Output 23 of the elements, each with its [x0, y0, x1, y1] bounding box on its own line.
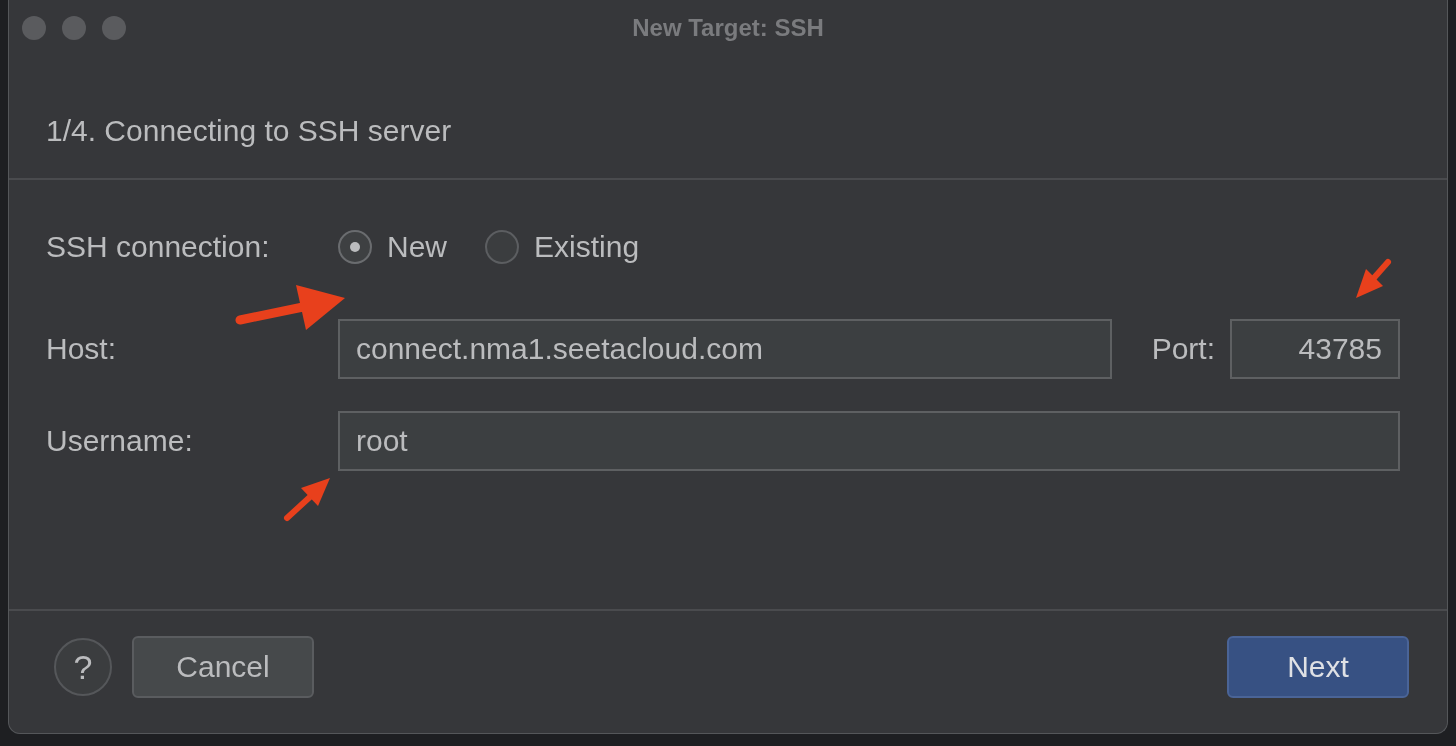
radio-option[interactable]: Existing: [485, 230, 640, 264]
radio-button-icon[interactable]: [485, 230, 519, 264]
field-label: Username:: [46, 424, 194, 458]
port-input-field[interactable]: 43785: [1230, 319, 1400, 379]
field-label: Port:: [1151, 332, 1215, 366]
help-button[interactable]: ?: [54, 638, 112, 696]
annotation-arrow: [284, 478, 330, 521]
username-input-field[interactable]: root: [338, 411, 1400, 471]
next-button[interactable]: Next: [1227, 636, 1409, 698]
host-input-field[interactable]: connect.nma1.seetacloud.com: [338, 319, 1112, 379]
radio-option[interactable]: New: [338, 230, 447, 264]
radio-button-icon[interactable]: [338, 230, 372, 264]
window-title: New Target: SSH: [632, 14, 824, 42]
radio-label[interactable]: New: [387, 230, 447, 264]
close-window-button[interactable]: [22, 16, 46, 40]
radio-label[interactable]: Existing: [534, 230, 640, 264]
field-label: Host:: [46, 332, 118, 366]
field-label: SSH connection:: [46, 230, 271, 264]
cancel-button[interactable]: Cancel: [132, 636, 314, 698]
zoom-window-button[interactable]: [102, 16, 126, 40]
step-title: 1/4. Connecting to SSH server: [46, 114, 452, 148]
annotation-arrow: [1356, 259, 1391, 298]
minimize-window-button[interactable]: [62, 16, 86, 40]
